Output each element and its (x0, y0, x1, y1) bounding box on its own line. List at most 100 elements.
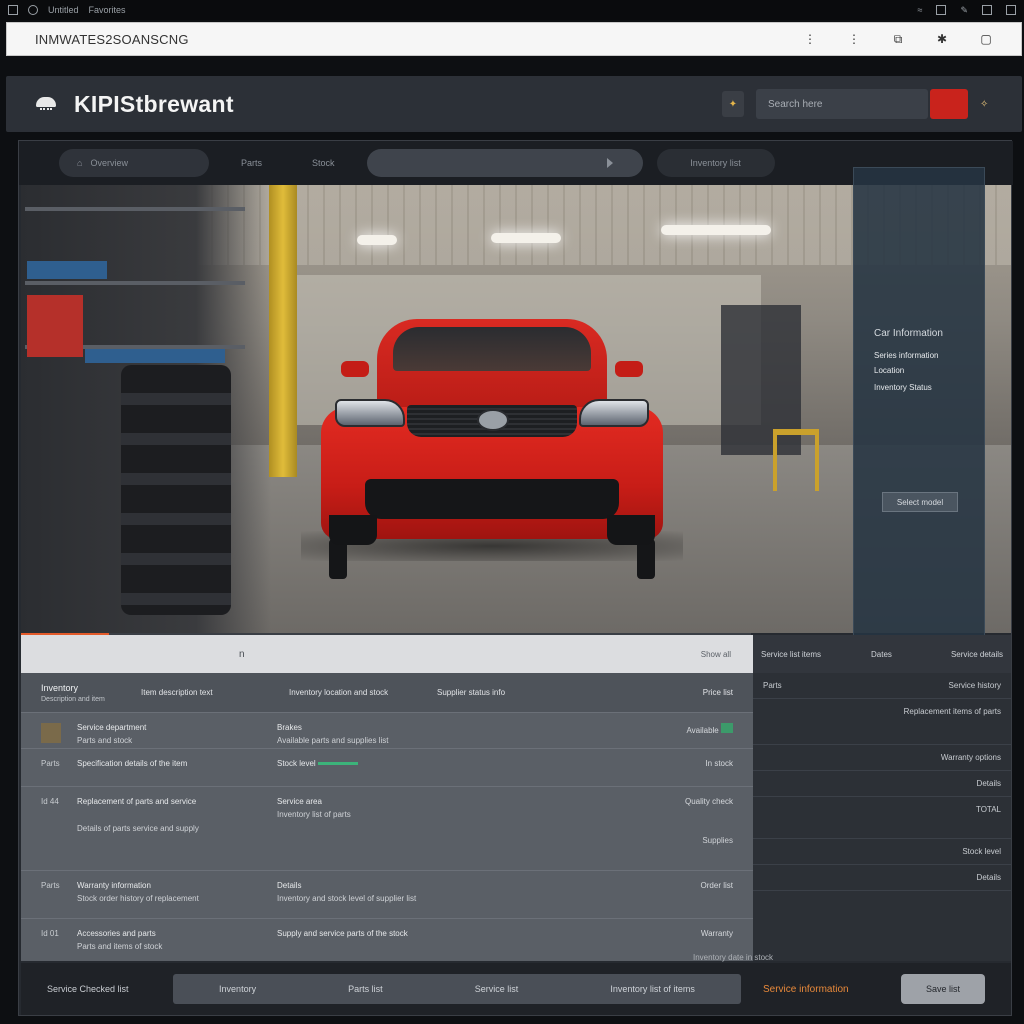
part-thumbnail (41, 723, 61, 743)
side-list-item[interactable]: Warranty options (753, 745, 1011, 771)
tab-inventory-list[interactable]: Inventory list (656, 149, 775, 177)
tab-parts[interactable]: Parts (223, 149, 280, 177)
tab-overview[interactable]: ⌂ Overview (59, 149, 209, 177)
table-header: Inventory Description and item Item desc… (21, 673, 753, 713)
row-name: Specification details of the item (77, 759, 188, 768)
window-toggle-icon[interactable] (982, 5, 992, 15)
brand-title[interactable]: KIPIStbrewant (74, 91, 234, 118)
info-line: Inventory Status (874, 383, 932, 392)
footer-nav-item[interactable]: Inventory list of items (610, 984, 695, 994)
apple-icon[interactable] (28, 5, 38, 15)
filter-toggle[interactable]: n (239, 649, 245, 660)
row-name-text: Warranty information (77, 881, 151, 890)
footer-nav-item[interactable]: Service list (475, 984, 519, 994)
side-list-item[interactable]: Replacement items of parts (753, 699, 1011, 745)
control-center-icon[interactable] (1006, 5, 1016, 15)
tabs-icon[interactable]: ▢ (979, 32, 993, 46)
row-name: Warranty information Stock order history … (77, 881, 277, 903)
table-row[interactable]: Id 01 Accessories and parts Parts and ite… (21, 919, 753, 961)
table-header-label: Inventory Description and item (41, 683, 141, 703)
address-bar[interactable]: INMWATES2SOANSCNG ⋮ ⋮ ⧉ ✱ ▢ (6, 22, 1022, 56)
column-header[interactable]: Price list (585, 688, 733, 697)
footer-nav-item[interactable]: Inventory (219, 984, 256, 994)
table-row[interactable]: Id 44 Replacement of parts and service De… (21, 787, 753, 871)
row-name-sub: Details of parts service and supply (77, 824, 199, 833)
row-status-text: Available (686, 726, 719, 735)
battery-icon[interactable] (936, 5, 947, 15)
side-list-header: Service list items Dates Service details (753, 635, 1011, 673)
row-name: Replacement of parts and service Details … (77, 797, 277, 833)
tab-extra[interactable] (789, 149, 825, 177)
row-detail: Service area Inventory list of parts (277, 797, 537, 819)
search-input[interactable]: Search here (756, 89, 928, 119)
bell-icon: ✦ (728, 98, 738, 110)
table-row[interactable]: Parts Specification details of the item … (21, 749, 753, 787)
column-header[interactable]: Supplier status info (437, 688, 585, 697)
search-button[interactable] (930, 89, 968, 119)
side-list-item[interactable]: Details (753, 771, 1011, 797)
more-icon-2[interactable]: ⋮ (847, 32, 861, 46)
support-pillar (269, 185, 297, 477)
user-icon[interactable]: ✧ (980, 99, 994, 110)
stock-bar (317, 762, 358, 766)
table-row[interactable]: Service department Parts and stock Brakes… (21, 713, 753, 749)
side-list-item[interactable]: Parts Service history (753, 673, 1011, 699)
row-name: Accessories and parts Parts and items of … (77, 929, 277, 951)
home-icon: ⌂ (77, 158, 83, 168)
row-id: Parts (41, 881, 60, 890)
row-name-text: Service department (77, 723, 147, 732)
row-status: Order list (700, 881, 733, 890)
select-model-button[interactable]: Select model (882, 492, 958, 512)
pen-icon[interactable]: ✎ (960, 5, 968, 16)
tab-label: Parts (241, 158, 263, 168)
car-emblem (477, 409, 509, 431)
tab-label: Stock (312, 158, 335, 168)
side-list-item[interactable]: TOTAL (753, 797, 1011, 839)
os-menu-item-2[interactable]: Favorites (89, 5, 126, 15)
side-list-item[interactable]: Stock level (753, 839, 1011, 865)
chevron-right-icon (606, 158, 613, 168)
parts-box (27, 295, 83, 357)
wifi-icon[interactable]: ≈ (918, 5, 923, 15)
notification-button[interactable]: ✦ (722, 91, 744, 117)
save-list-button[interactable]: Save list (901, 974, 985, 1004)
side-head-right: Service details (950, 649, 1003, 659)
row-detail-sub: Available parts and supplies list (277, 736, 389, 745)
tab-stock[interactable]: Stock (294, 149, 353, 177)
car-mirror (341, 361, 369, 377)
window-icon[interactable] (8, 5, 18, 15)
row-status-text: Quality check (684, 797, 733, 806)
table-header-title: Inventory (41, 682, 79, 693)
footer-warning-link[interactable]: Service information (763, 984, 849, 995)
row-detail-text: Stock level (277, 759, 316, 768)
column-header[interactable]: Inventory location and stock (289, 688, 437, 697)
more-icon[interactable]: ⋮ (803, 32, 817, 46)
side-item-right: Warranty options (940, 753, 1001, 762)
url-toolbar: ⋮ ⋮ ⧉ ✱ ▢ (803, 32, 993, 47)
extensions-icon[interactable]: ✱ (935, 32, 949, 46)
side-list-item[interactable]: Details (753, 865, 1011, 891)
side-item-right: Service history (948, 681, 1001, 690)
car-headlight (579, 399, 649, 427)
footer-nav-item[interactable]: Parts list (348, 984, 383, 994)
share-icon[interactable]: ⧉ (891, 32, 905, 47)
show-all-link[interactable]: Show all (701, 650, 731, 659)
side-item-right: Replacement items of parts (903, 707, 1001, 716)
stool (773, 429, 819, 491)
table-row[interactable]: Parts Warranty information Stock order hi… (21, 871, 753, 919)
logo-icon[interactable] (34, 94, 60, 114)
ceiling-light (491, 233, 561, 243)
column-header[interactable]: Item description text (141, 688, 289, 697)
row-price: Supplies (702, 836, 733, 845)
os-menu-item-1[interactable]: Untitled (48, 5, 79, 15)
row-name-sub: Parts and items of stock (77, 942, 163, 951)
row-detail-sub: Inventory list of parts (277, 810, 351, 819)
car-headlight (335, 399, 405, 427)
car-windshield (393, 327, 591, 371)
url-input[interactable]: INMWATES2SOANSCNG (35, 32, 189, 47)
info-line: Location (874, 366, 905, 375)
tab-active[interactable] (366, 149, 643, 177)
tire-stack (121, 365, 231, 615)
table-toolbar: n Show all (21, 635, 753, 673)
red-car (301, 319, 683, 579)
